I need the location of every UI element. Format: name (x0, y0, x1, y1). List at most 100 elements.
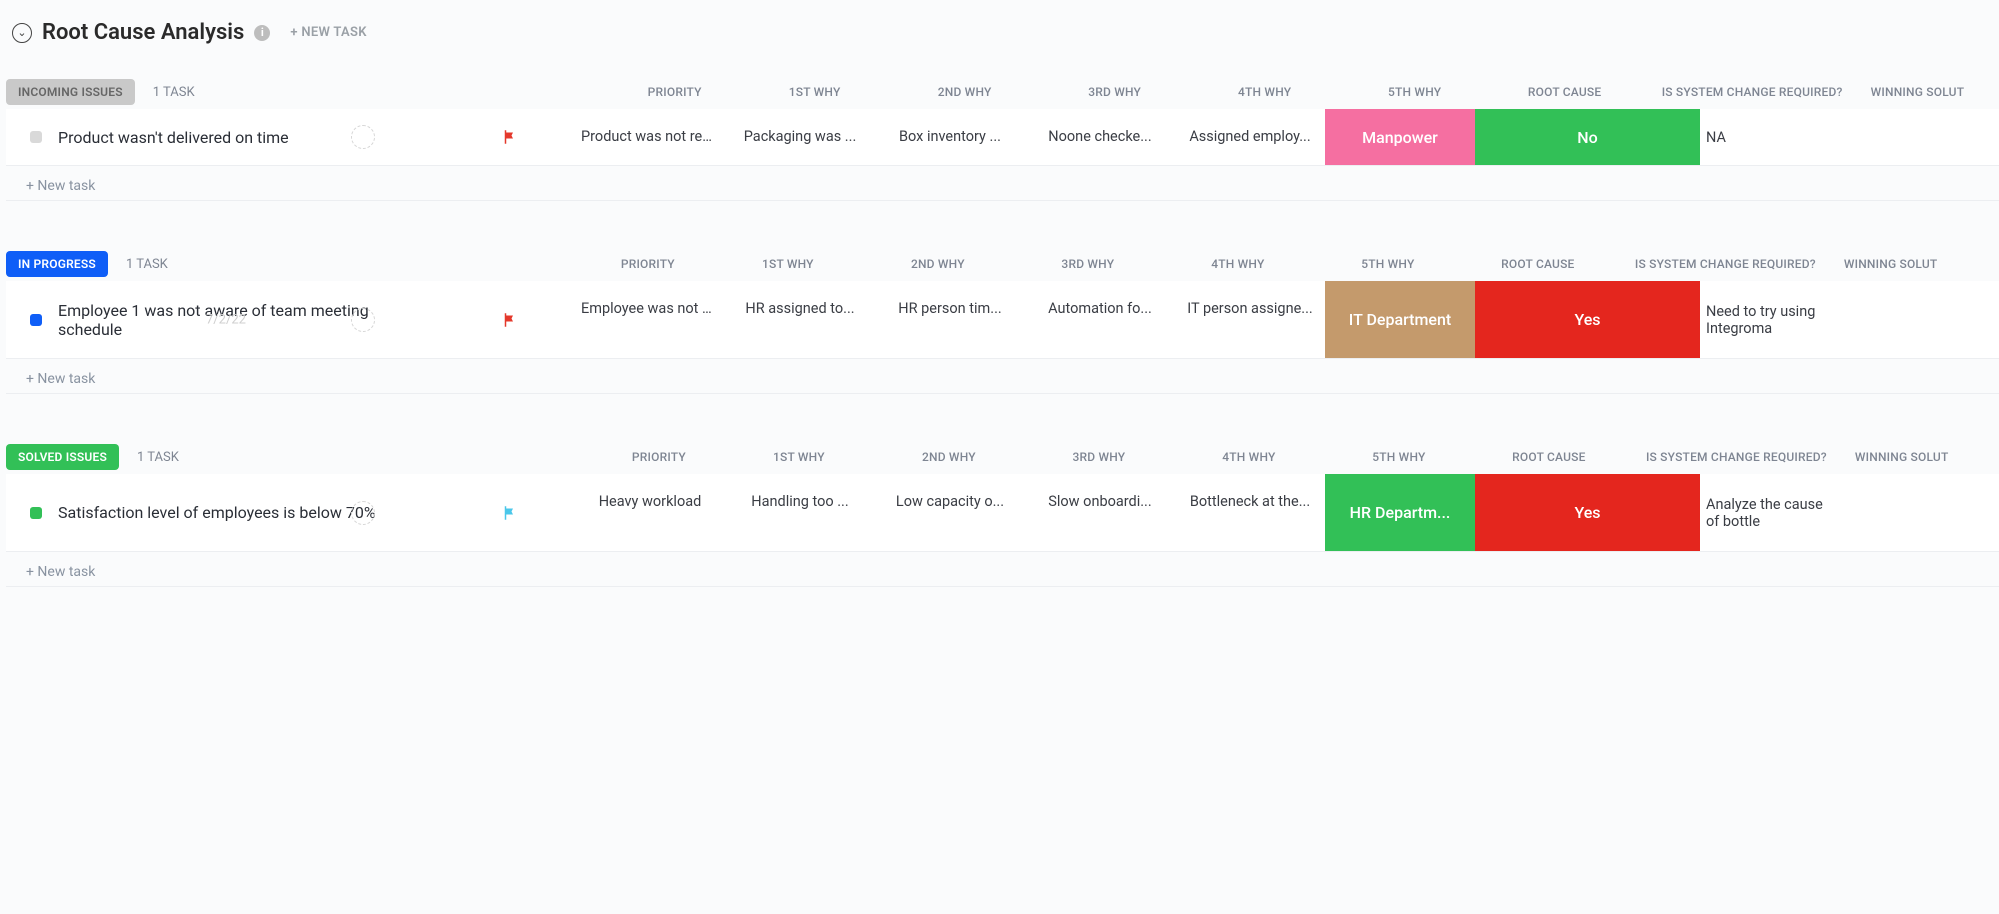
col-winning-solution[interactable]: WINNING SOLUT (1849, 450, 1979, 464)
col-priority[interactable]: PRIORITY (594, 450, 724, 464)
column-headers: PRIORITY 1ST WHY 2ND WHY 3RD WHY 4TH WHY… (179, 450, 1999, 464)
task-count: 1 TASK (126, 257, 168, 272)
why4-cell[interactable]: Automation fo... (1025, 281, 1175, 358)
status-chip[interactable]: IN PROGRESS (6, 251, 108, 277)
assignee-placeholder-icon[interactable] (351, 501, 375, 525)
group-body: Employee 1 was not aware of team meeting… (6, 281, 1999, 394)
priority-flag-icon (501, 128, 519, 146)
system-change-cell[interactable]: Yes (1475, 474, 1700, 551)
assignee-placeholder-icon[interactable] (351, 308, 375, 332)
col-why1[interactable]: 1ST WHY (740, 85, 890, 99)
why1-cell[interactable]: Heavy workload (575, 474, 725, 551)
col-why1[interactable]: 1ST WHY (724, 450, 874, 464)
col-why3[interactable]: 3RD WHY (1040, 85, 1190, 99)
root-cause-pill[interactable]: HR Departm... (1325, 474, 1475, 551)
col-winning-solution[interactable]: WINNING SOLUT (1838, 257, 1968, 271)
task-title-cell[interactable]: Product wasn't delivered on time (6, 109, 445, 165)
status-group: IN PROGRESS 1 TASK PRIORITY 1ST WHY 2ND … (6, 247, 1999, 394)
root-cause-pill[interactable]: Manpower (1325, 109, 1475, 165)
why4-cell[interactable]: Noone checke... (1025, 109, 1175, 165)
col-priority[interactable]: PRIORITY (610, 85, 740, 99)
col-why4[interactable]: 4TH WHY (1163, 257, 1313, 271)
col-why4[interactable]: 4TH WHY (1174, 450, 1324, 464)
why2-cell[interactable]: Handling too ... (725, 474, 875, 551)
task-row[interactable]: Product wasn't delivered on time Product… (6, 109, 1999, 166)
col-root-cause[interactable]: ROOT CAUSE (1474, 450, 1624, 464)
root-cause-cell[interactable]: Manpower (1325, 109, 1475, 165)
collapse-toggle-icon[interactable]: ⌄ (12, 23, 32, 43)
priority-cell[interactable] (445, 474, 575, 551)
why5-cell[interactable]: Bottleneck at the... (1175, 474, 1325, 551)
system-change-pill[interactable]: No (1475, 109, 1700, 165)
board-header: ⌄ Root Cause Analysis i + NEW TASK (6, 20, 1999, 75)
task-title-cell[interactable]: Satisfaction level of employees is below… (6, 474, 445, 551)
system-change-pill[interactable]: Yes (1475, 281, 1700, 358)
task-title[interactable]: Satisfaction level of employees is below… (58, 503, 376, 522)
group-header: SOLVED ISSUES 1 TASK PRIORITY 1ST WHY 2N… (6, 440, 1999, 474)
winning-solution-cell[interactable]: Analyze the cause of bottle (1700, 474, 1830, 551)
root-cause-cell[interactable]: HR Departm... (1325, 474, 1475, 551)
task-row[interactable]: Employee 1 was not aware of team meeting… (6, 281, 1999, 359)
add-task-button[interactable]: + New task (6, 359, 1999, 387)
why3-cell[interactable]: HR person tim... (875, 281, 1025, 358)
why3-cell[interactable]: Box inventory ... (875, 109, 1025, 165)
col-why1[interactable]: 1ST WHY (713, 257, 863, 271)
status-square-icon[interactable] (30, 131, 42, 143)
new-task-button[interactable]: + NEW TASK (290, 25, 366, 40)
col-priority[interactable]: PRIORITY (583, 257, 713, 271)
priority-cell[interactable] (445, 281, 575, 358)
col-why2[interactable]: 2ND WHY (863, 257, 1013, 271)
status-square-icon[interactable] (30, 314, 42, 326)
winning-solution-cell[interactable]: NA (1700, 109, 1830, 165)
status-group: INCOMING ISSUES 1 TASK PRIORITY 1ST WHY … (6, 75, 1999, 201)
col-why4[interactable]: 4TH WHY (1190, 85, 1340, 99)
system-change-cell[interactable]: No (1475, 109, 1700, 165)
priority-cell[interactable] (445, 109, 575, 165)
why2-cell[interactable]: Packaging was ... (725, 109, 875, 165)
task-title[interactable]: Product wasn't delivered on time (58, 128, 289, 147)
col-why2[interactable]: 2ND WHY (874, 450, 1024, 464)
col-why5[interactable]: 5TH WHY (1313, 257, 1463, 271)
assignee-placeholder-icon[interactable] (351, 125, 375, 149)
root-cause-cell[interactable]: IT Department (1325, 281, 1475, 358)
add-task-button[interactable]: + New task (6, 166, 1999, 194)
col-root-cause[interactable]: ROOT CAUSE (1490, 85, 1640, 99)
board: ⌄ Root Cause Analysis i + NEW TASK INCOM… (0, 0, 1999, 587)
why1-cell[interactable]: Product was not rea... (575, 109, 725, 165)
task-count: 1 TASK (137, 450, 179, 465)
why5-cell[interactable]: Assigned employ... (1175, 109, 1325, 165)
column-headers: PRIORITY 1ST WHY 2ND WHY 3RD WHY 4TH WHY… (195, 85, 1999, 99)
why1-cell[interactable]: Employee was not b... (575, 281, 725, 358)
why5-cell[interactable]: IT person assigne... (1175, 281, 1325, 358)
col-system-change[interactable]: IS SYSTEM CHANGE REQUIRED? (1624, 450, 1849, 464)
col-why3[interactable]: 3RD WHY (1013, 257, 1163, 271)
status-chip[interactable]: INCOMING ISSUES (6, 79, 135, 105)
group-header: IN PROGRESS 1 TASK PRIORITY 1ST WHY 2ND … (6, 247, 1999, 281)
why4-cell[interactable]: Slow onboardi... (1025, 474, 1175, 551)
system-change-cell[interactable]: Yes (1475, 281, 1700, 358)
col-why5[interactable]: 5TH WHY (1340, 85, 1490, 99)
task-title-cell[interactable]: Employee 1 was not aware of team meeting… (6, 281, 445, 358)
why3-cell[interactable]: Low capacity o... (875, 474, 1025, 551)
task-row[interactable]: Satisfaction level of employees is below… (6, 474, 1999, 552)
col-root-cause[interactable]: ROOT CAUSE (1463, 257, 1613, 271)
column-headers: PRIORITY 1ST WHY 2ND WHY 3RD WHY 4TH WHY… (168, 257, 1999, 271)
col-winning-solution[interactable]: WINNING SOLUT (1865, 85, 1995, 99)
info-icon[interactable]: i (254, 25, 270, 41)
col-system-change[interactable]: IS SYSTEM CHANGE REQUIRED? (1640, 85, 1865, 99)
col-why2[interactable]: 2ND WHY (890, 85, 1040, 99)
col-system-change[interactable]: IS SYSTEM CHANGE REQUIRED? (1613, 257, 1838, 271)
add-task-button[interactable]: + New task (6, 552, 1999, 580)
task-count: 1 TASK (153, 85, 195, 100)
system-change-pill[interactable]: Yes (1475, 474, 1700, 551)
group-body: Satisfaction level of employees is below… (6, 474, 1999, 587)
group-header: INCOMING ISSUES 1 TASK PRIORITY 1ST WHY … (6, 75, 1999, 109)
root-cause-pill[interactable]: IT Department (1325, 281, 1475, 358)
task-date[interactable]: 7/2/22 (206, 312, 246, 327)
col-why3[interactable]: 3RD WHY (1024, 450, 1174, 464)
why2-cell[interactable]: HR assigned to... (725, 281, 875, 358)
status-square-icon[interactable] (30, 507, 42, 519)
col-why5[interactable]: 5TH WHY (1324, 450, 1474, 464)
status-chip[interactable]: SOLVED ISSUES (6, 444, 119, 470)
winning-solution-cell[interactable]: Need to try using Integroma (1700, 281, 1830, 358)
